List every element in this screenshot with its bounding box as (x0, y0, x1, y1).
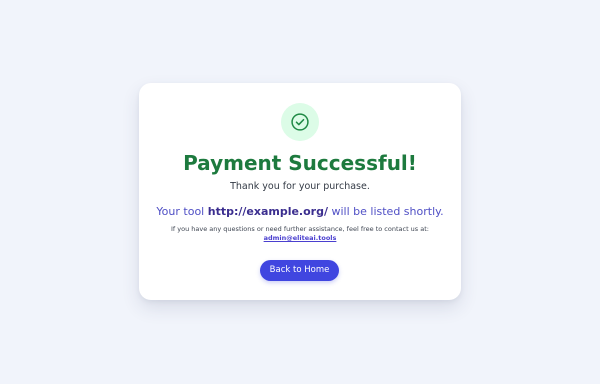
tool-suffix: will be listed shortly. (328, 205, 444, 218)
check-circle-icon (291, 113, 309, 131)
contact-email-link[interactable]: admin@eliteai.tools (264, 234, 337, 243)
back-to-home-button[interactable]: Back to Home (260, 260, 339, 281)
contact-info: If you have any questions or need furthe… (149, 225, 451, 243)
tool-url: http://example.org/ (207, 205, 328, 218)
contact-text: If you have any questions or need furthe… (171, 225, 429, 233)
tool-prefix: Your tool (156, 205, 208, 218)
page-title: Payment Successful! (183, 151, 417, 175)
tool-listing-message: Your tool http://example.org/ will be li… (139, 204, 461, 220)
success-badge (281, 103, 319, 141)
thank-you-message: Thank you for your purchase. (230, 181, 370, 192)
page: Payment Successful! Thank you for your p… (0, 0, 600, 384)
payment-success-card: Payment Successful! Thank you for your p… (139, 83, 461, 300)
